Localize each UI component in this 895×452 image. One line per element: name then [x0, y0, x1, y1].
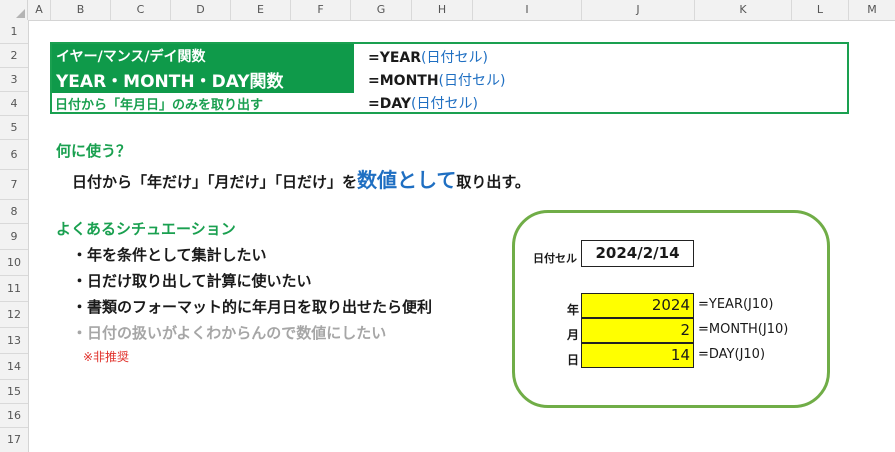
section-heading-situations: よくあるシチュエーション	[56, 220, 236, 238]
usage-text-before: 日付から「年だけ」「月だけ」「日だけ」を	[72, 173, 358, 191]
column-header-b[interactable]: B	[51, 0, 111, 20]
column-header-m[interactable]: M	[849, 0, 895, 20]
row-header-1[interactable]: 1	[0, 20, 28, 44]
column-header-i[interactable]: I	[473, 0, 582, 20]
not-recommended-note: ※非推奨	[83, 350, 130, 364]
select-all-corner[interactable]	[0, 0, 28, 20]
row-header-12[interactable]: 12	[0, 302, 28, 328]
column-header-j[interactable]: J	[582, 0, 695, 20]
row-header-13[interactable]: 13	[0, 328, 28, 354]
formula-year-name: =YEAR	[368, 50, 422, 66]
usage-text-emphasis: 数値として	[357, 168, 457, 192]
column-header-d[interactable]: D	[171, 0, 231, 20]
row-header-6[interactable]: 6	[0, 140, 28, 170]
situation-item-3: ・書類のフォーマット的に年月日を取り出せたら便利	[72, 298, 433, 316]
column-header-l[interactable]: L	[792, 0, 849, 20]
month-label: 月	[567, 328, 580, 342]
title-line-description: 日付から「年月日」のみを取り出す	[55, 98, 264, 113]
column-header-a[interactable]: A	[28, 0, 51, 20]
formula-day-arg: (日付セル)	[410, 96, 478, 112]
formula-month-arg: (日付セル)	[438, 73, 506, 89]
row-header-11[interactable]: 11	[0, 276, 28, 302]
row-header-10[interactable]: 10	[0, 250, 28, 276]
usage-text-after: 取り出す。	[456, 173, 530, 191]
row-header-9[interactable]: 9	[0, 224, 28, 250]
row-header-3[interactable]: 3	[0, 68, 28, 92]
situation-item-1: ・年を条件として集計したい	[72, 246, 267, 264]
date-value-cell[interactable]: 2024/2/14	[581, 240, 694, 267]
situation-item-4: ・日付の扱いがよくわからんので数値にしたい	[72, 324, 387, 342]
row-header-5[interactable]: 5	[0, 116, 28, 140]
day-result-cell[interactable]: 14	[581, 343, 694, 368]
row-header-4[interactable]: 4	[0, 92, 28, 116]
column-header-bar: A B C D E F G H I J K L M	[0, 0, 895, 21]
title-line-functions: YEAR・MONTH・DAY関数	[56, 72, 284, 92]
row-header-17[interactable]: 17	[0, 428, 28, 452]
situation-item-2: ・日だけ取り出して計算に使いたい	[72, 272, 312, 290]
day-formula-text: =DAY(J10)	[698, 347, 766, 362]
day-label: 日	[567, 353, 580, 367]
usage-description: 日付から「年だけ」「月だけ」「日だけ」を数値として取り出す。	[72, 167, 530, 195]
column-header-k[interactable]: K	[695, 0, 792, 20]
row-header-8[interactable]: 8	[0, 200, 28, 224]
row-header-16[interactable]: 16	[0, 404, 28, 428]
year-result-cell[interactable]: 2024	[581, 293, 694, 318]
column-header-f[interactable]: F	[291, 0, 351, 20]
formula-year-arg: (日付セル)	[421, 50, 488, 66]
row-header-2[interactable]: 2	[0, 44, 28, 68]
formula-month-name: =MONTH	[368, 73, 439, 89]
date-cell-label: 日付セル	[533, 252, 577, 265]
column-header-h[interactable]: H	[412, 0, 473, 20]
column-header-g[interactable]: G	[351, 0, 412, 20]
row-header-7[interactable]: 7	[0, 170, 28, 200]
column-header-e[interactable]: E	[231, 0, 291, 20]
column-header-c[interactable]: C	[111, 0, 171, 20]
row-header-bar: 1 2 3 4 5 6 7 8 9 10 11 12 13 14 15 16 1…	[0, 20, 29, 452]
section-heading-usage: 何に使う？	[56, 142, 132, 160]
month-result-cell[interactable]: 2	[581, 318, 694, 343]
year-label: 年	[567, 303, 580, 317]
formula-day: =DAY(日付セル)	[368, 93, 478, 113]
formula-month: =MONTH(日付セル)	[368, 70, 505, 90]
formula-year: =YEAR(日付セル)	[368, 47, 488, 67]
row-header-14[interactable]: 14	[0, 354, 28, 380]
formula-day-name: =DAY	[368, 96, 411, 112]
title-line-katakana: イヤー/マンス/デイ関数	[56, 49, 206, 65]
year-formula-text: =YEAR(J10)	[698, 297, 774, 312]
row-header-15[interactable]: 15	[0, 380, 28, 404]
month-formula-text: =MONTH(J10)	[698, 322, 789, 337]
